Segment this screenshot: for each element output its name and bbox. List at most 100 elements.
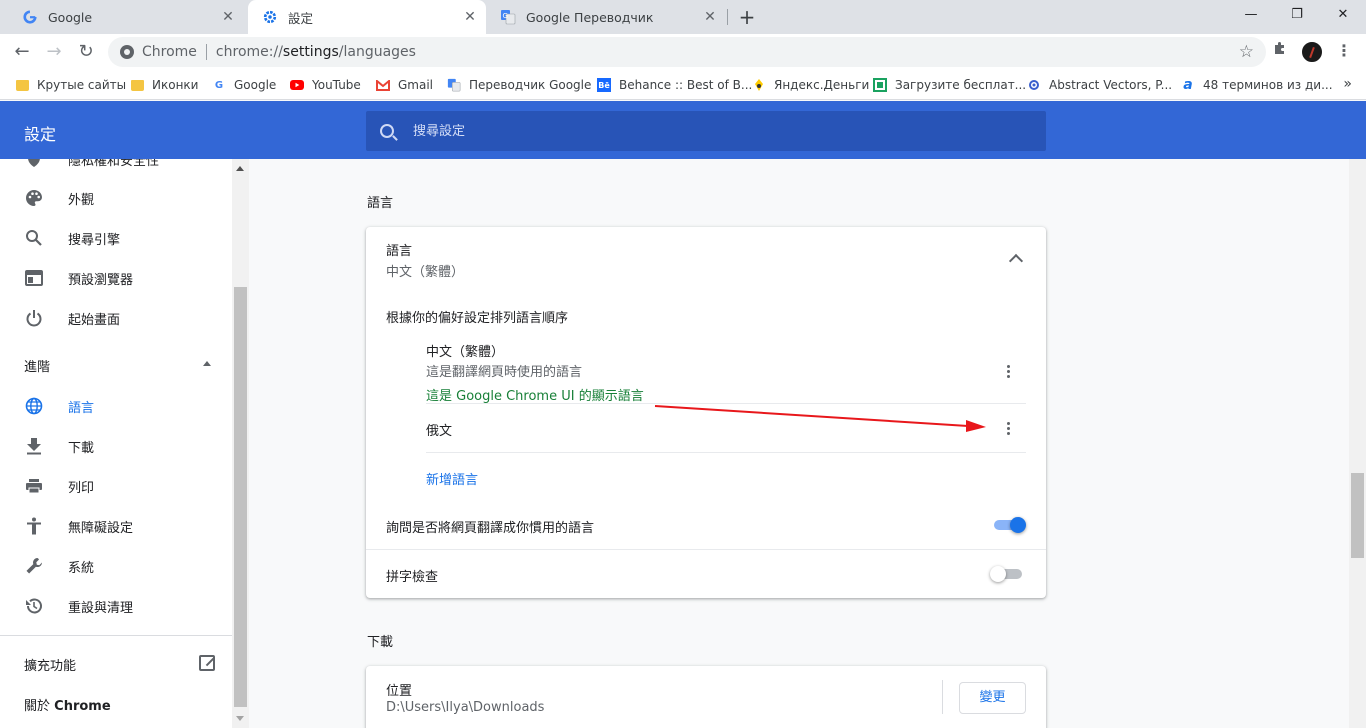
bookmark-star-icon[interactable]: ☆ [1239,42,1254,62]
bookmark-item[interactable]: G Google [212,76,276,94]
minimize-button[interactable]: — [1228,0,1274,30]
vertical-divider [942,680,943,714]
sidebar-item-appearance[interactable]: 外觀 [0,178,232,218]
spellcheck-toggle[interactable] [990,564,1024,584]
sidebar-advanced-toggle[interactable]: 進階 [24,356,50,375]
close-tab-icon[interactable]: ✕ [462,9,478,25]
wrench-icon [24,556,44,576]
download-location-label: 位置 [386,684,413,699]
language-order-label: 根據你的偏好設定排列語言順序 [386,311,569,326]
main-scrollbar[interactable] [1349,159,1366,728]
open-in-new-icon[interactable] [199,655,215,671]
translate-icon [447,78,461,92]
more-actions-icon[interactable] [998,361,1018,381]
google-icon: G [214,79,224,91]
shield-icon [24,159,44,169]
sidebar-item-system[interactable]: 系統 [0,546,232,586]
tab-strip: Google ✕ 設定 ✕ G Google Переводчик ✕ + — … [0,0,1366,34]
sidebar-item-default-browser[interactable]: 預設瀏覽器 [0,258,232,298]
abstract-vectors-icon [1027,78,1041,92]
downloads-section-title: 下載 [367,635,394,650]
google-icon [22,9,38,25]
back-button[interactable]: ← [8,38,36,66]
tab-title: 設定 [288,10,314,26]
chrome-menu-icon[interactable]: ⋮ [1336,41,1352,63]
sidebar-item-accessibility[interactable]: 無障礙設定 [0,506,232,546]
close-tab-icon[interactable]: ✕ [220,9,236,25]
globe-icon [24,396,44,416]
settings-sidebar: 隱私權和安全性 外觀 搜尋引擎 預設瀏覽器 起始畫面 進階 語言 下載 列印 無… [0,159,232,728]
translate-prompt-label: 詢問是否將網頁翻譯成你慣用的語言 [386,521,595,536]
bookmark-item[interactable]: YouTube [290,76,361,94]
language-divider [426,452,1026,453]
bookmark-item[interactable]: Загрузите бесплат... [873,76,1026,94]
chevron-up-icon[interactable] [203,361,211,366]
sidebar-item-languages[interactable]: 語言 [0,386,232,426]
power-icon [24,308,44,328]
change-location-button[interactable]: 變更 [959,682,1026,714]
scroll-down-arrow[interactable] [236,716,244,721]
restore-button[interactable]: ❐ [1274,0,1320,30]
toolbar: ← → ↻ Chrome chrome://settings/languages… [0,34,1366,70]
scrollbar-thumb[interactable] [1351,473,1364,558]
forward-button[interactable]: → [40,38,68,66]
bookmark-item[interactable]: Bē Behance :: Best of B... [597,76,752,94]
bookmark-item[interactable]: Gmail [376,76,433,94]
yandex-money-icon [752,78,766,92]
more-bookmarks-icon[interactable]: » [1343,76,1352,92]
scroll-up-arrow[interactable] [236,166,244,171]
browser-window-icon [24,268,44,288]
scrollbar-thumb[interactable] [234,287,247,707]
sidebar-item-downloads[interactable]: 下載 [0,426,232,466]
address-bar[interactable]: Chrome chrome://settings/languages ☆ [108,37,1266,67]
sidebar-item-printing[interactable]: 列印 [0,466,232,506]
more-actions-icon[interactable] [998,418,1018,438]
close-window-button[interactable]: ✕ [1320,0,1366,30]
bookmarks-bar: Крутые сайты Иконки G Google YouTube Gmai… [0,70,1366,100]
sidebar-item-extensions[interactable]: 擴充功能 [24,655,76,674]
bookmark-item[interactable]: Abstract Vectors, P... [1027,76,1172,94]
youtube-icon [290,78,304,92]
sidebar-item-about-chrome[interactable]: 關於 Chrome [24,695,111,714]
chrome-icon [120,45,134,59]
sidebar-item-on-startup[interactable]: 起始畫面 [0,298,232,338]
omnibox-label: Chrome [142,44,197,60]
add-language-link[interactable]: 新增語言 [426,469,478,488]
profile-avatar[interactable] [1301,41,1323,63]
language-name: 俄文 [426,424,453,439]
downloads-card: 位置 D:\Users\Ilya\Downloads 變更 [366,666,1046,728]
close-tab-icon[interactable]: ✕ [702,9,718,25]
sidebar-divider [0,635,232,636]
tab-google[interactable]: Google ✕ [8,0,244,34]
sidebar-scrollbar[interactable] [232,159,249,728]
tab-title: Google [48,9,93,25]
tab-settings[interactable]: 設定 ✕ [248,0,486,34]
collapse-chevron-icon[interactable] [1008,253,1024,269]
language-name: 中文（繁體） [426,345,505,360]
page-title: 設定 [24,125,57,144]
languages-card-value: 中文（繁體） [386,265,465,280]
bookmark-item[interactable]: a 48 терминов из ди... [1181,76,1332,94]
translate-icon: G [500,9,516,25]
download-site-icon [873,78,887,92]
new-tab-button[interactable]: + [737,7,757,27]
behance-icon: Bē [597,78,611,92]
tab-translate[interactable]: G Google Переводчик ✕ [486,0,726,34]
language-translate-note: 這是翻譯網頁時使用的語言 [426,365,583,380]
extensions-puzzle-icon[interactable] [1270,40,1290,60]
folder-icon [131,79,144,91]
sidebar-item-search-engine[interactable]: 搜尋引擎 [0,218,232,258]
bookmark-item[interactable]: Иконки [131,76,198,94]
bookmark-item[interactable]: Крутые сайты [16,76,126,94]
settings-search[interactable] [366,111,1046,151]
reload-button[interactable]: ↻ [72,38,100,66]
restore-icon [24,596,44,616]
sidebar-item-privacy[interactable]: 隱私權和安全性 [0,159,232,179]
sidebar-item-reset[interactable]: 重設與清理 [0,586,232,626]
search-input[interactable] [413,123,1013,139]
bookmark-item[interactable]: Яндекс.Деньги [752,76,869,94]
translate-toggle[interactable] [992,515,1026,535]
omnibox-separator [205,44,207,60]
bookmark-item[interactable]: Переводчик Google [447,76,591,94]
omnibox-url: chrome://settings/languages [215,44,416,60]
